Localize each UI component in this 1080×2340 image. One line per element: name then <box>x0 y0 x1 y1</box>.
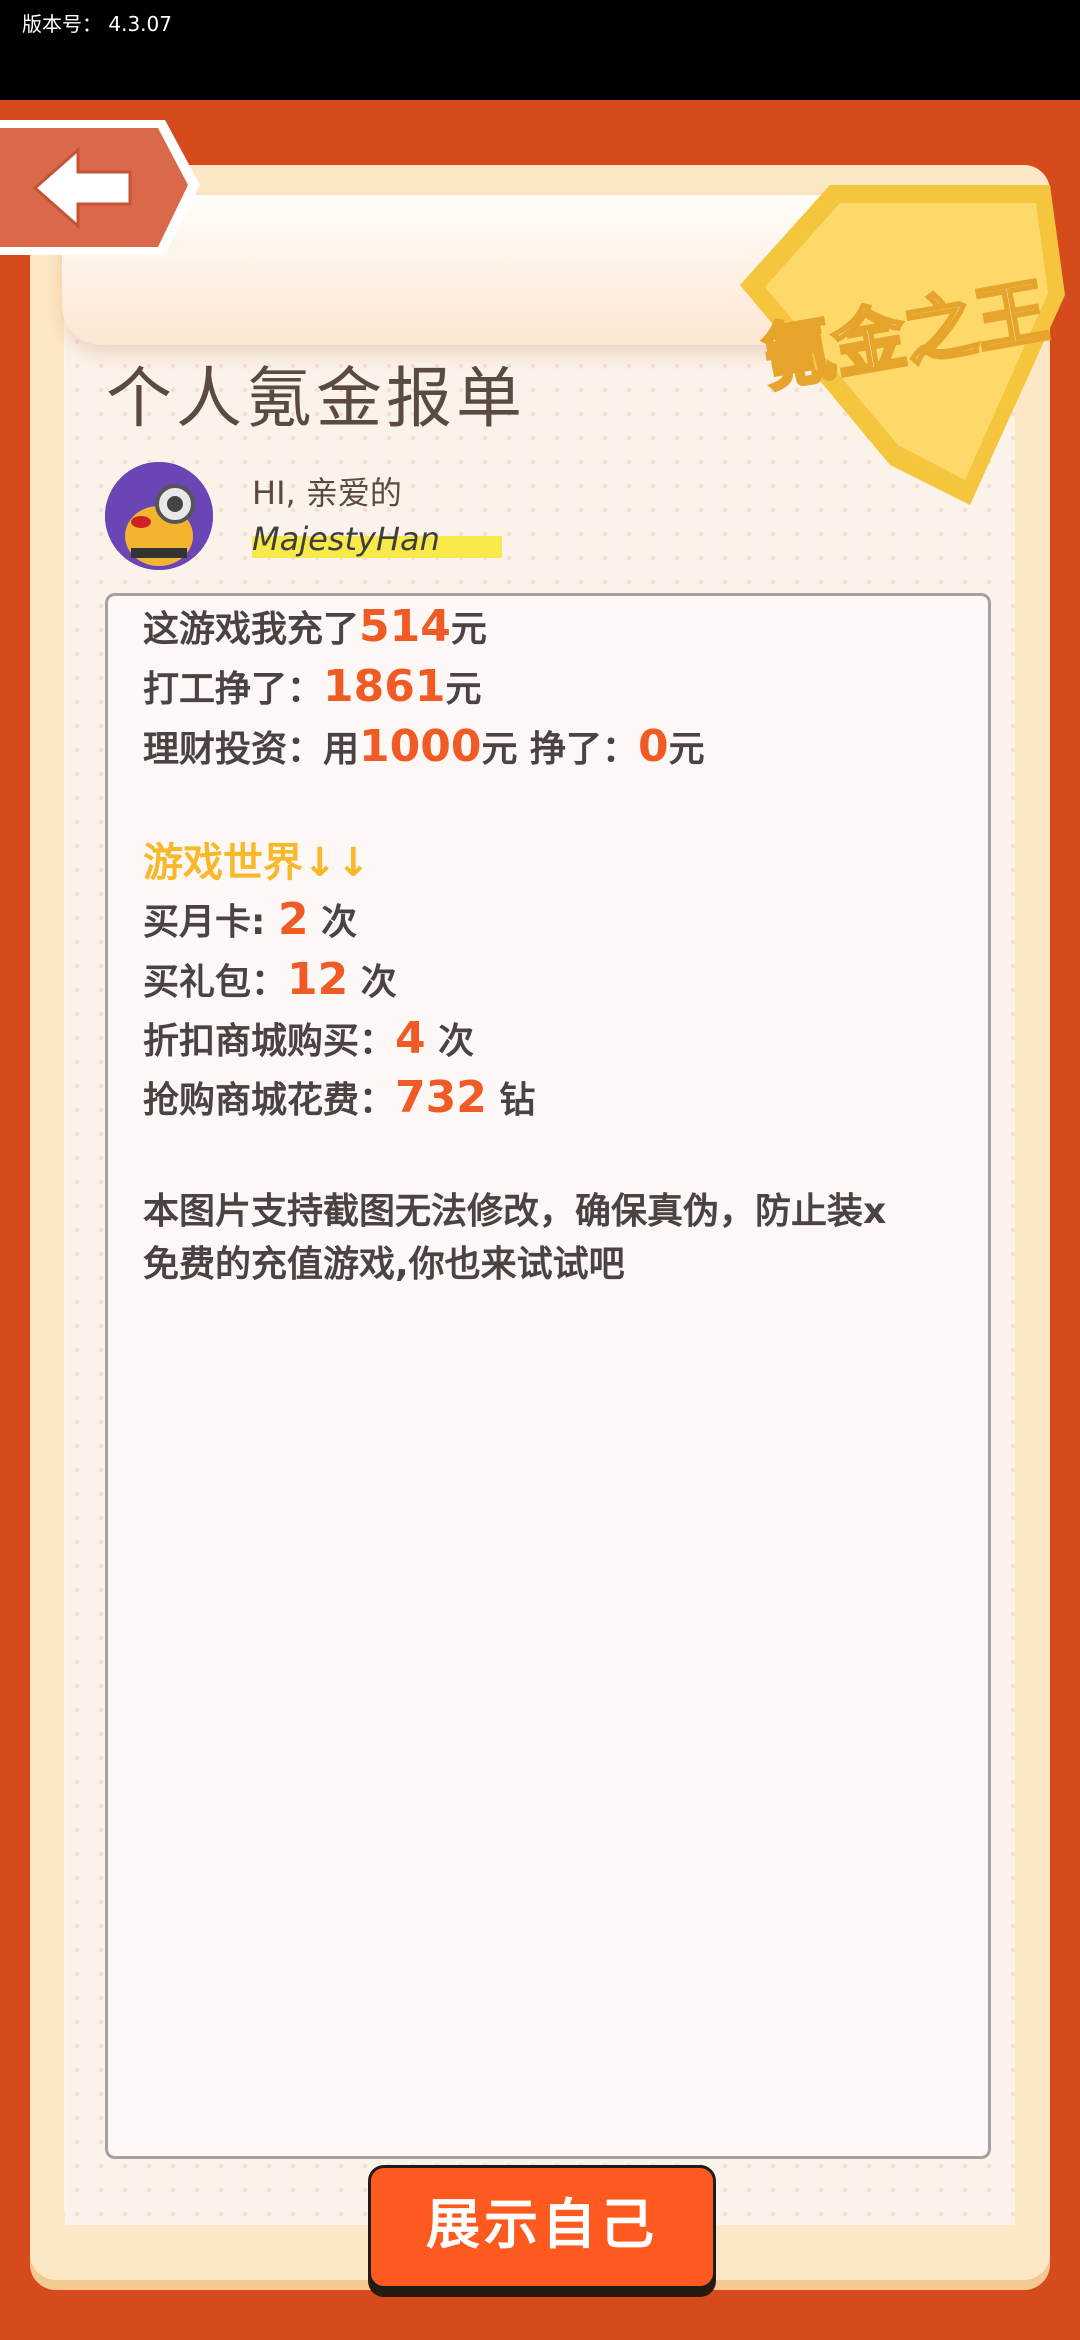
game-world-heading: 游戏世界↓↓ <box>143 840 371 886</box>
invest-spent-value: 1000 <box>359 721 482 772</box>
work-earn-label: 打工挣了： <box>143 669 324 710</box>
note-line-2: 免费的充值游戏,你也来试试吧 <box>143 1244 625 1285</box>
version-value: 4.3.07 <box>108 12 172 36</box>
work-earn-unit: 元 <box>445 669 482 710</box>
avatar <box>105 462 213 570</box>
greeting-text: HI, 亲爱的 <box>252 474 402 512</box>
recharge-line: 这游戏我充了514元 <box>143 600 487 652</box>
monthly-card-line: 买月卡: 2 次 <box>143 893 357 945</box>
recharge-value: 514 <box>359 601 451 652</box>
work-earn-value: 1861 <box>323 661 446 712</box>
version-label: 版本号： <box>22 12 102 36</box>
gift-pack-label: 买礼包： <box>143 962 288 1003</box>
king-badge: 氪金之王 <box>720 175 1080 515</box>
page-title: 个人氪金报单 <box>106 360 526 437</box>
invest-line: 理财投资：用1000元 挣了：0元 <box>143 720 705 772</box>
gift-pack-value: 12 <box>287 954 349 1005</box>
note-line-1: 本图片支持截图无法修改，确保真伪，防止装x <box>143 1191 887 1232</box>
invest-mid-label: 元 挣了： <box>481 729 639 770</box>
discount-shop-label: 折扣商城购买： <box>143 1021 396 1062</box>
recharge-unit: 元 <box>450 609 487 650</box>
gift-pack-unit: 次 <box>348 962 397 1003</box>
discount-shop-unit: 次 <box>425 1021 475 1062</box>
flash-shop-value: 732 <box>395 1072 487 1123</box>
monthly-card-label: 买月卡: <box>143 902 278 943</box>
flash-shop-label: 抢购商城花费： <box>143 1080 396 1121</box>
work-earn-line: 打工挣了：1861元 <box>143 660 482 712</box>
show-off-button[interactable]: 展示自己 <box>368 2165 716 2289</box>
back-button[interactable] <box>0 120 200 260</box>
username-wrap: MajestyHan <box>252 520 502 560</box>
star-badge-icon: 氪金之王 <box>740 185 1065 505</box>
gift-pack-line: 买礼包：12 次 <box>143 953 397 1005</box>
version-text: 版本号： 4.3.07 <box>22 8 172 37</box>
invest-unit: 元 <box>668 729 705 770</box>
invest-label: 理财投资：用 <box>143 729 360 770</box>
flash-shop-line: 抢购商城花费：732 钻 <box>143 1071 535 1123</box>
invest-earn-value: 0 <box>638 721 669 772</box>
monthly-card-value: 2 <box>277 894 309 945</box>
flash-shop-unit: 钻 <box>486 1080 536 1121</box>
back-arrow-icon <box>0 120 200 255</box>
avatar-character-icon <box>105 462 213 570</box>
username: MajestyHan <box>252 520 440 558</box>
monthly-card-unit: 次 <box>308 902 358 943</box>
status-bar: 版本号： 4.3.07 <box>0 0 1080 102</box>
recharge-label: 这游戏我充了 <box>143 609 360 650</box>
discount-shop-value: 4 <box>395 1013 426 1064</box>
discount-shop-line: 折扣商城购买：4 次 <box>143 1012 474 1064</box>
report-box <box>105 593 991 2159</box>
